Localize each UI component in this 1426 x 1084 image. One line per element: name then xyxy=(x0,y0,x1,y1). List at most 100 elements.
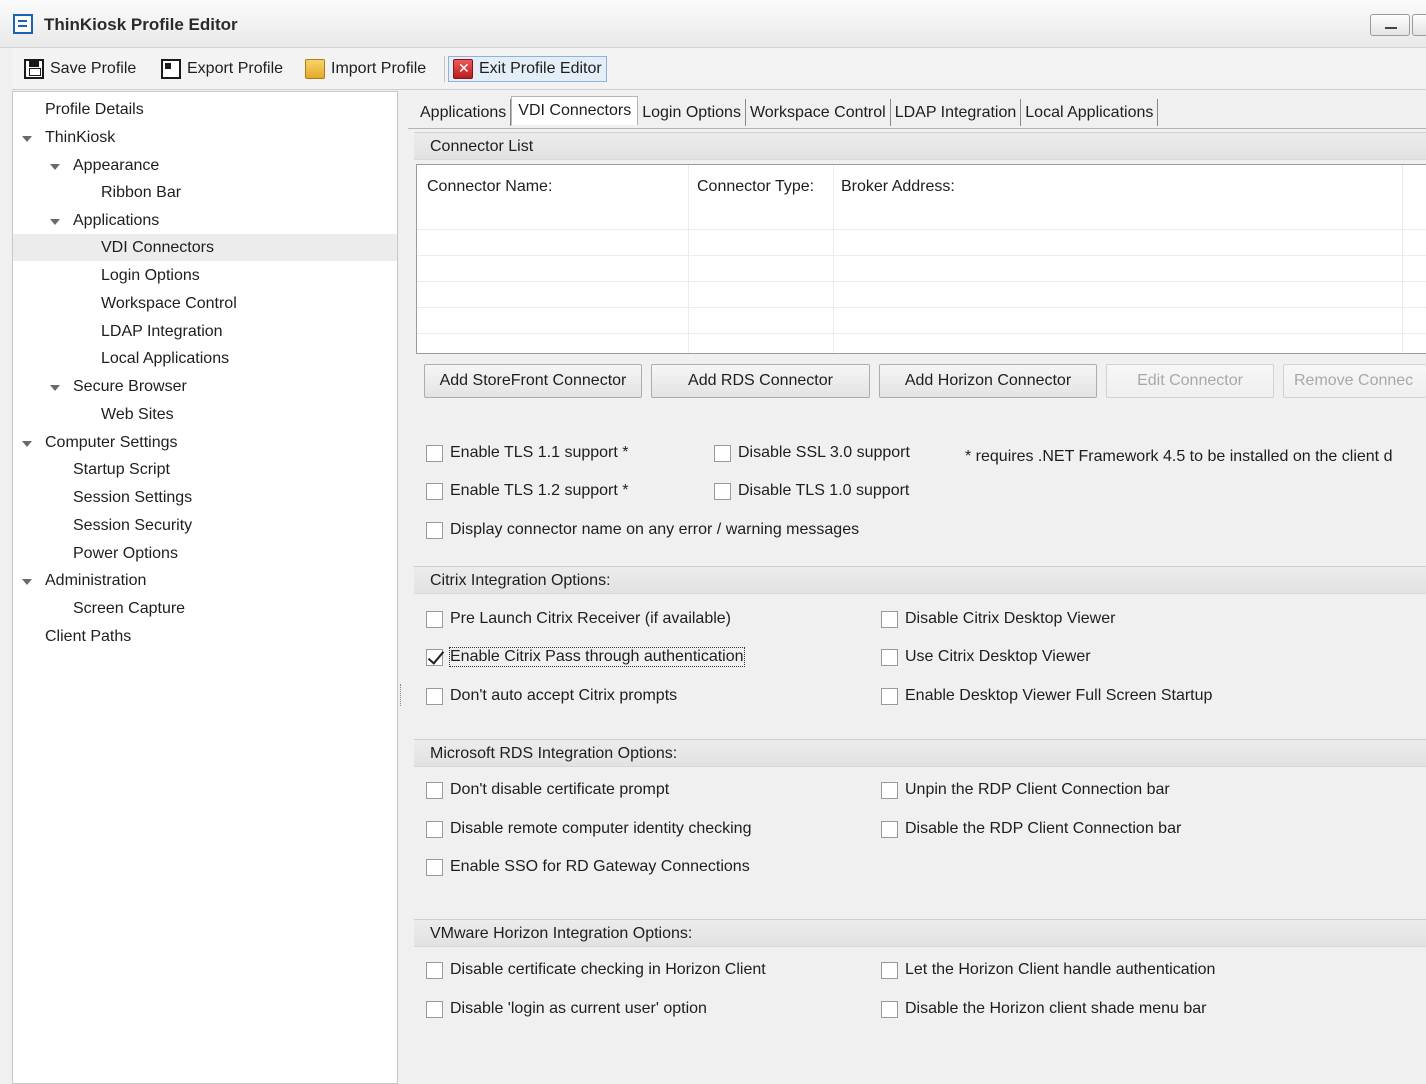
edit-connector-button[interactable]: Edit Connector xyxy=(1106,364,1274,398)
checkmark-icon[interactable] xyxy=(426,648,443,666)
collapse-arrow-icon[interactable] xyxy=(21,429,33,456)
checkbox-box[interactable] xyxy=(881,610,898,628)
settings-panel: Applications VDI Connectors Login Option… xyxy=(408,91,1426,1084)
prelaunch-receiver-checkbox[interactable]: Pre Launch Citrix Receiver (if available… xyxy=(426,608,731,630)
tree-item-client-paths[interactable]: Client Paths xyxy=(45,623,131,650)
toolbar: Save Profile Export Profile Import Profi… xyxy=(12,48,1426,90)
folder-icon xyxy=(305,59,325,79)
collapse-arrow-icon[interactable] xyxy=(21,567,33,594)
connector-list-header: Connector List xyxy=(414,132,1426,160)
checkbox-box[interactable] xyxy=(426,687,443,705)
tree-item-profile-details[interactable]: Profile Details xyxy=(45,96,144,123)
viewer-fullscreen-checkbox[interactable]: Enable Desktop Viewer Full Screen Startu… xyxy=(881,685,1212,707)
collapse-arrow-icon[interactable] xyxy=(49,373,61,400)
tab-ldap-integration[interactable]: LDAP Integration xyxy=(891,99,1022,126)
tab-content: Connector List Connector Name: Connector… xyxy=(408,128,1426,1084)
checkbox-box[interactable] xyxy=(426,444,443,462)
tree-item-web-sites[interactable]: Web Sites xyxy=(101,401,174,428)
collapse-arrow-icon[interactable] xyxy=(49,207,61,234)
save-profile-button[interactable]: Save Profile xyxy=(24,58,136,80)
horizon-cert-check-checkbox[interactable]: Disable certificate checking in Horizon … xyxy=(426,959,766,981)
no-auto-accept-checkbox[interactable]: Don't auto accept Citrix prompts xyxy=(426,685,677,707)
tree-item-workspace-control[interactable]: Workspace Control xyxy=(101,290,237,317)
unpin-connection-bar-checkbox[interactable]: Unpin the RDP Client Connection bar xyxy=(881,779,1170,801)
tree-item-startup-script[interactable]: Startup Script xyxy=(73,456,170,483)
login-current-user-checkbox[interactable]: Disable 'login as current user' option xyxy=(426,998,707,1020)
enable-tls11-checkbox[interactable]: Enable TLS 1.1 support * xyxy=(426,442,629,464)
tree-item-vdi-connectors[interactable]: VDI Connectors xyxy=(101,234,214,261)
checkbox-box[interactable] xyxy=(881,648,898,666)
disable-tls10-checkbox[interactable]: Disable TLS 1.0 support xyxy=(714,480,909,502)
checkbox-box[interactable] xyxy=(426,1000,443,1018)
checkbox-box[interactable] xyxy=(426,482,443,500)
collapse-arrow-icon[interactable] xyxy=(21,124,33,151)
identity-checking-checkbox[interactable]: Disable remote computer identity checkin… xyxy=(426,818,751,840)
toolbar-separator xyxy=(444,56,445,82)
checkbox-box[interactable] xyxy=(881,1000,898,1018)
disable-desktop-viewer-checkbox[interactable]: Disable Citrix Desktop Viewer xyxy=(881,608,1115,630)
tree-item-session-settings[interactable]: Session Settings xyxy=(73,484,192,511)
checkbox-box[interactable] xyxy=(714,444,731,462)
checkbox-box[interactable] xyxy=(426,820,443,838)
maximize-button[interactable] xyxy=(1412,14,1426,36)
checkbox-box[interactable] xyxy=(881,961,898,979)
rd-gateway-sso-checkbox[interactable]: Enable SSO for RD Gateway Connections xyxy=(426,856,750,878)
shade-menu-bar-checkbox[interactable]: Disable the Horizon client shade menu ba… xyxy=(881,998,1207,1020)
tree-item-ldap-integration[interactable]: LDAP Integration xyxy=(101,318,223,345)
import-profile-button[interactable]: Import Profile xyxy=(305,58,426,80)
checkbox-box[interactable] xyxy=(881,781,898,799)
tree-item-ribbon-bar[interactable]: Ribbon Bar xyxy=(101,179,181,206)
add-rds-connector-button[interactable]: Add RDS Connector xyxy=(651,364,870,398)
checkbox-box[interactable] xyxy=(426,610,443,628)
column-broker-address[interactable]: Broker Address: xyxy=(831,165,1231,229)
add-horizon-connector-button[interactable]: Add Horizon Connector xyxy=(879,364,1097,398)
enable-tls12-checkbox[interactable]: Enable TLS 1.2 support * xyxy=(426,480,629,502)
checkbox-box[interactable] xyxy=(426,521,443,539)
exit-profile-editor-button[interactable]: Exit Profile Editor xyxy=(448,56,607,82)
use-desktop-viewer-checkbox[interactable]: Use Citrix Desktop Viewer xyxy=(881,646,1091,668)
column-connector-type[interactable]: Connector Type: xyxy=(687,165,833,229)
checkbox-box[interactable] xyxy=(881,820,898,838)
cert-prompt-checkbox[interactable]: Don't disable certificate prompt xyxy=(426,779,669,801)
tree-item-session-security[interactable]: Session Security xyxy=(73,512,192,539)
remove-connector-button[interactable]: Remove Connec xyxy=(1283,364,1426,398)
collapse-arrow-icon[interactable] xyxy=(49,152,61,179)
checkbox-box[interactable] xyxy=(426,858,443,876)
tree-item-login-options[interactable]: Login Options xyxy=(101,262,200,289)
disable-ssl30-checkbox[interactable]: Disable SSL 3.0 support xyxy=(714,442,910,464)
tab-vdi-connectors[interactable]: VDI Connectors xyxy=(511,96,639,125)
horizon-handle-auth-checkbox[interactable]: Let the Horizon Client handle authentica… xyxy=(881,959,1215,981)
app-icon xyxy=(13,14,33,34)
tab-applications[interactable]: Applications xyxy=(416,99,512,126)
tree-item-appearance[interactable]: Appearance xyxy=(73,152,159,179)
splitter[interactable] xyxy=(398,91,408,1084)
citrix-group-header: Citrix Integration Options: xyxy=(414,566,1426,594)
connector-table[interactable]: Connector Name: Connector Type: Broker A… xyxy=(416,164,1426,354)
tree-item-thinkiosk[interactable]: ThinKiosk xyxy=(45,124,115,151)
row-divider xyxy=(417,255,1426,256)
disable-connection-bar-checkbox[interactable]: Disable the RDP Client Connection bar xyxy=(881,818,1181,840)
tree-item-administration[interactable]: Administration xyxy=(45,567,146,594)
tab-login-options[interactable]: Login Options xyxy=(638,99,746,126)
tree-item-power-options[interactable]: Power Options xyxy=(73,540,178,567)
minimize-button[interactable] xyxy=(1370,14,1410,36)
tree-item-local-applications[interactable]: Local Applications xyxy=(101,345,229,372)
tree-item-secure-browser[interactable]: Secure Browser xyxy=(73,373,187,400)
framework-note: * requires .NET Framework 4.5 to be inst… xyxy=(965,448,1393,465)
display-connector-name-checkbox[interactable]: Display connector name on any error / wa… xyxy=(426,519,859,541)
export-profile-button[interactable]: Export Profile xyxy=(161,58,283,80)
tab-strip: Applications VDI Connectors Login Option… xyxy=(416,96,1159,127)
tree-item-computer-settings[interactable]: Computer Settings xyxy=(45,429,178,456)
column-connector-name[interactable]: Connector Name: xyxy=(417,165,689,229)
checkbox-box[interactable] xyxy=(426,781,443,799)
add-storefront-connector-button[interactable]: Add StoreFront Connector xyxy=(424,364,642,398)
checkbox-box[interactable] xyxy=(426,961,443,979)
checkbox-box[interactable] xyxy=(714,482,731,500)
tree-item-screen-capture[interactable]: Screen Capture xyxy=(73,595,185,622)
splitter-grip[interactable] xyxy=(400,684,402,706)
tab-local-applications[interactable]: Local Applications xyxy=(1021,99,1159,126)
checkbox-box[interactable] xyxy=(881,687,898,705)
tab-workspace-control[interactable]: Workspace Control xyxy=(746,99,891,126)
citrix-passthrough-checkbox[interactable]: Enable Citrix Pass through authenticatio… xyxy=(426,646,745,668)
tree-item-applications[interactable]: Applications xyxy=(73,207,159,234)
